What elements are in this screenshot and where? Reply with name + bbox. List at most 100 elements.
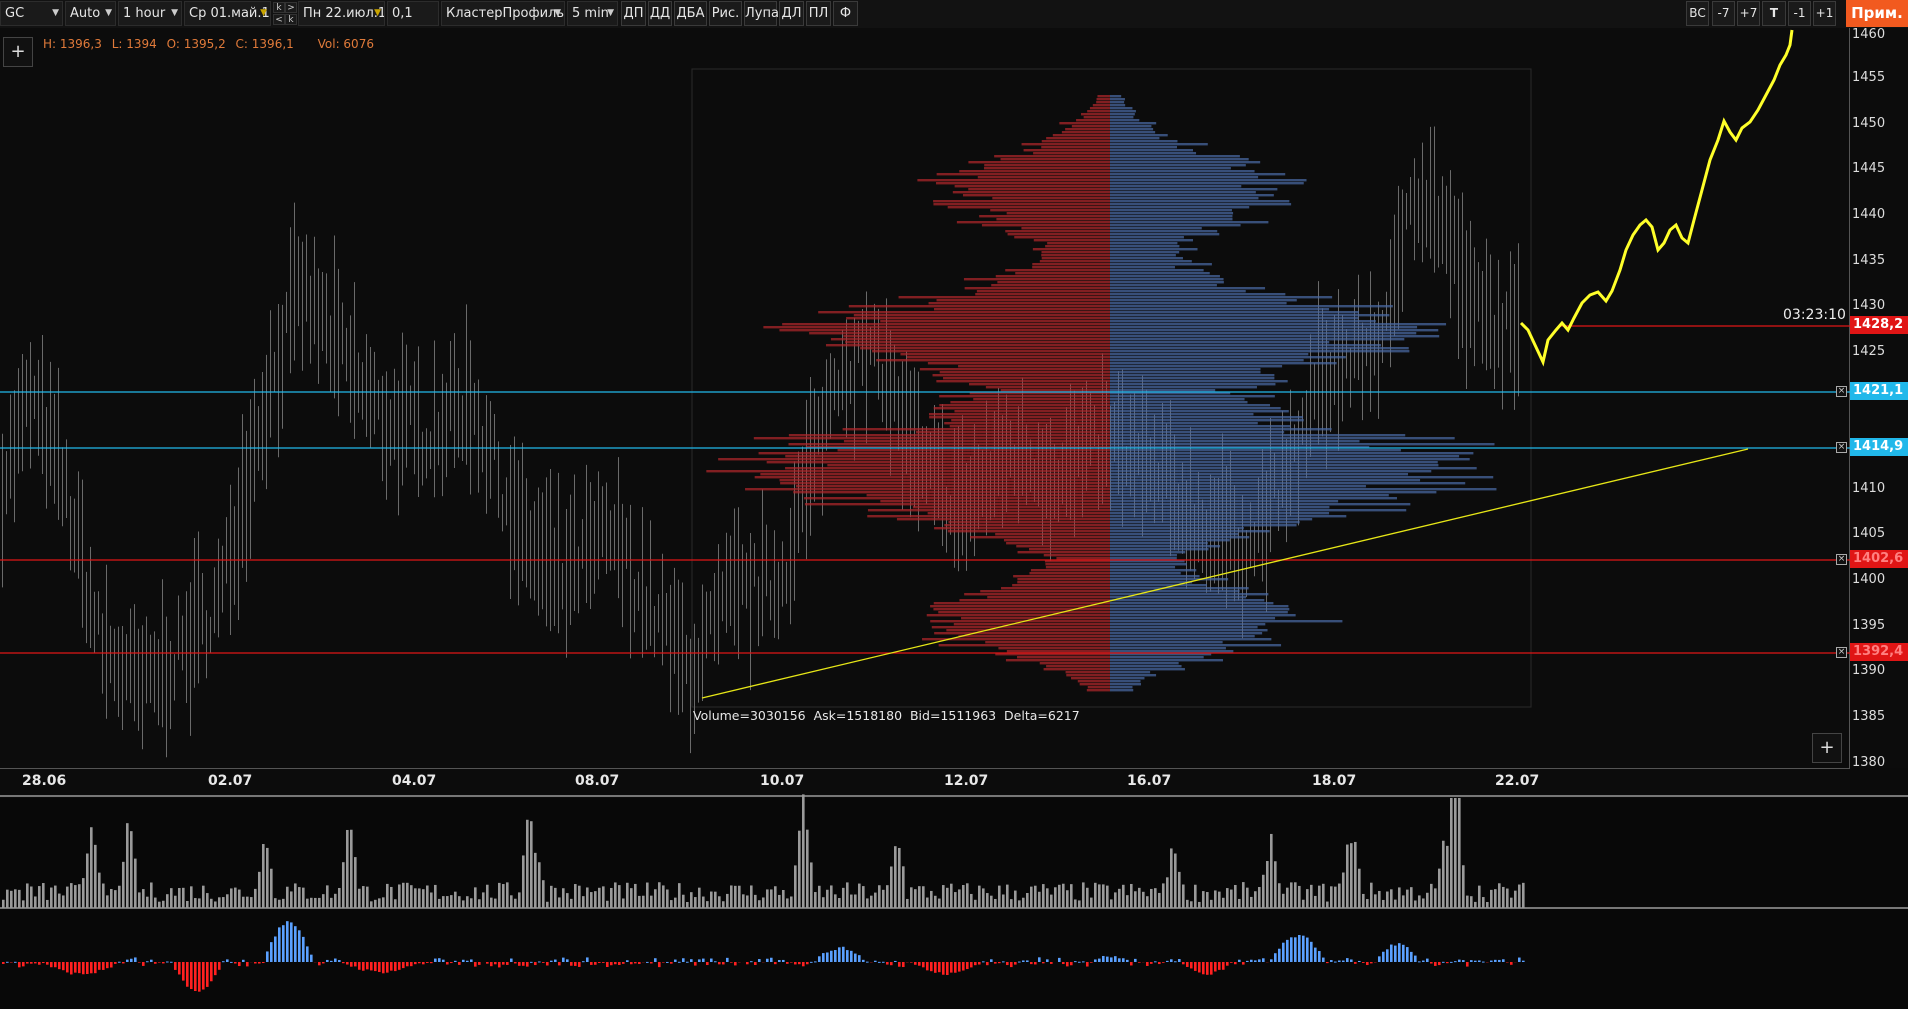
- delta-bar: [174, 962, 177, 970]
- volume-bar: [818, 885, 821, 908]
- volume-bar: [50, 887, 53, 908]
- tool-button-dd[interactable]: ДД: [648, 1, 672, 26]
- ask-profile-bar: [1029, 548, 1110, 551]
- delta-bar: [666, 961, 669, 963]
- ask-profile-bar: [848, 305, 1110, 308]
- level-label[interactable]: 1392,4: [1850, 643, 1908, 661]
- tool-button-dp[interactable]: ДП: [621, 1, 646, 26]
- bid-profile-bar: [1110, 491, 1437, 494]
- ask-profile-bar: [1059, 122, 1110, 125]
- y-tick: 1455: [1852, 70, 1886, 85]
- tool-button-pl[interactable]: ПЛ: [806, 1, 831, 26]
- bid-profile-bar: [1110, 332, 1417, 335]
- delta-bar: [898, 962, 901, 967]
- tool-button-dba[interactable]: ДБА: [674, 1, 707, 26]
- range-back-icon[interactable]: <: [273, 14, 285, 25]
- close-icon[interactable]: ×: [1836, 386, 1847, 397]
- bid-profile-bar: [1110, 554, 1177, 557]
- ask-profile-bar: [872, 350, 1110, 353]
- level-label[interactable]: 1421,1: [1850, 382, 1908, 400]
- delta-bar: [982, 961, 985, 963]
- volume-bar: [830, 885, 833, 908]
- volume-bar: [570, 898, 573, 908]
- volume-bar: [114, 890, 117, 908]
- add-panel-button[interactable]: +: [1812, 733, 1842, 763]
- close-icon[interactable]: ×: [1836, 442, 1847, 453]
- volume-bar: [634, 883, 637, 908]
- level-label[interactable]: 1402,6: [1850, 550, 1908, 568]
- delta-bar: [1382, 951, 1385, 962]
- shift-minus7-button[interactable]: -7: [1712, 1, 1735, 26]
- chart-type-select[interactable]: КластерПрофиль ▼: [441, 1, 565, 26]
- volume-bar: [694, 897, 697, 908]
- volume-bar: [1366, 899, 1369, 908]
- close-icon[interactable]: ×: [1836, 647, 1847, 658]
- shift-minus1-button[interactable]: -1: [1788, 1, 1811, 26]
- delta-bar: [1078, 961, 1081, 963]
- close-icon[interactable]: ×: [1836, 554, 1847, 565]
- bid-profile-bar: [1110, 425, 1291, 428]
- bid-profile-bar: [1110, 122, 1157, 125]
- scale-mode-select[interactable]: Auto ▼: [65, 1, 116, 26]
- tick-size-input[interactable]: 0,1: [387, 1, 439, 26]
- delta-bar: [1422, 960, 1425, 962]
- tool-button-dl[interactable]: ДЛ: [779, 1, 804, 26]
- ask-profile-bar: [968, 188, 1110, 191]
- ask-profile-bar: [953, 623, 1110, 626]
- volume-bar: [486, 884, 489, 908]
- volume-bar: [462, 900, 465, 908]
- apply-button[interactable]: Прим.: [1846, 0, 1908, 27]
- delta-bar: [558, 962, 561, 966]
- date-from-picker[interactable]: Ср 01.май.19 ▼: [184, 1, 271, 26]
- volume-bar: [1154, 888, 1157, 908]
- delta-bar: [1094, 959, 1097, 962]
- range-next-button[interactable]: k: [273, 2, 285, 13]
- bid-profile-bar: [1110, 335, 1440, 338]
- zoom-button[interactable]: Лупа: [744, 1, 779, 26]
- bid-profile-bar: [1110, 305, 1393, 308]
- cluster-period-select[interactable]: 5 min ▼: [567, 1, 618, 26]
- bid-profile-bar: [1110, 194, 1274, 197]
- bid-profile-bar: [1110, 140, 1178, 143]
- volume-bar: [1262, 874, 1265, 908]
- volume-bar: [666, 889, 669, 908]
- draw-button[interactable]: Рис.: [709, 1, 742, 26]
- ask-profile-bar: [963, 278, 1110, 281]
- bid-profile-bar: [1110, 167, 1231, 170]
- delta-bar: [1302, 935, 1305, 962]
- ask-profile-bar: [926, 614, 1110, 617]
- volume-bar: [318, 897, 321, 908]
- bid-profile-bar: [1110, 143, 1208, 146]
- volume-bar: [282, 898, 285, 908]
- ask-profile-bar: [1066, 674, 1110, 677]
- range-prev-button[interactable]: k: [285, 14, 297, 25]
- ask-profile-bar: [933, 200, 1110, 203]
- filter-button[interactable]: Ф: [833, 1, 858, 26]
- t-button[interactable]: T: [1762, 1, 1786, 26]
- range-forward-icon[interactable]: >: [285, 2, 297, 13]
- volume-bar: [1130, 883, 1133, 908]
- shift-plus1-button[interactable]: +1: [1813, 1, 1836, 26]
- delta-bar: [874, 960, 877, 962]
- bid-profile-bar: [1110, 584, 1207, 587]
- volume-bar: [1350, 843, 1353, 908]
- delta-bar: [1462, 960, 1465, 962]
- delta-bar: [1066, 962, 1069, 967]
- bid-profile-bar: [1110, 344, 1382, 347]
- delta-bar: [1270, 959, 1273, 962]
- level-label[interactable]: 1414,9: [1850, 438, 1908, 456]
- timeframe-select[interactable]: 1 hour ▼: [118, 1, 182, 26]
- volume-bar: [1506, 888, 1509, 908]
- ask-profile-bar: [912, 506, 1110, 509]
- bc-button[interactable]: BC: [1686, 1, 1709, 26]
- volume-bar: [402, 882, 405, 908]
- symbol-select[interactable]: GC ▼: [0, 1, 63, 26]
- delta-bar: [1310, 941, 1313, 962]
- add-indicator-button[interactable]: +: [3, 37, 33, 67]
- shift-plus7-button[interactable]: +7: [1737, 1, 1760, 26]
- delta-bar: [858, 955, 861, 962]
- bid-profile-bar: [1110, 458, 1470, 461]
- chart-canvas[interactable]: [0, 28, 1908, 1009]
- date-to-picker[interactable]: Пн 22.июл.19▼: [298, 1, 385, 26]
- y-tick: 1410: [1852, 481, 1886, 496]
